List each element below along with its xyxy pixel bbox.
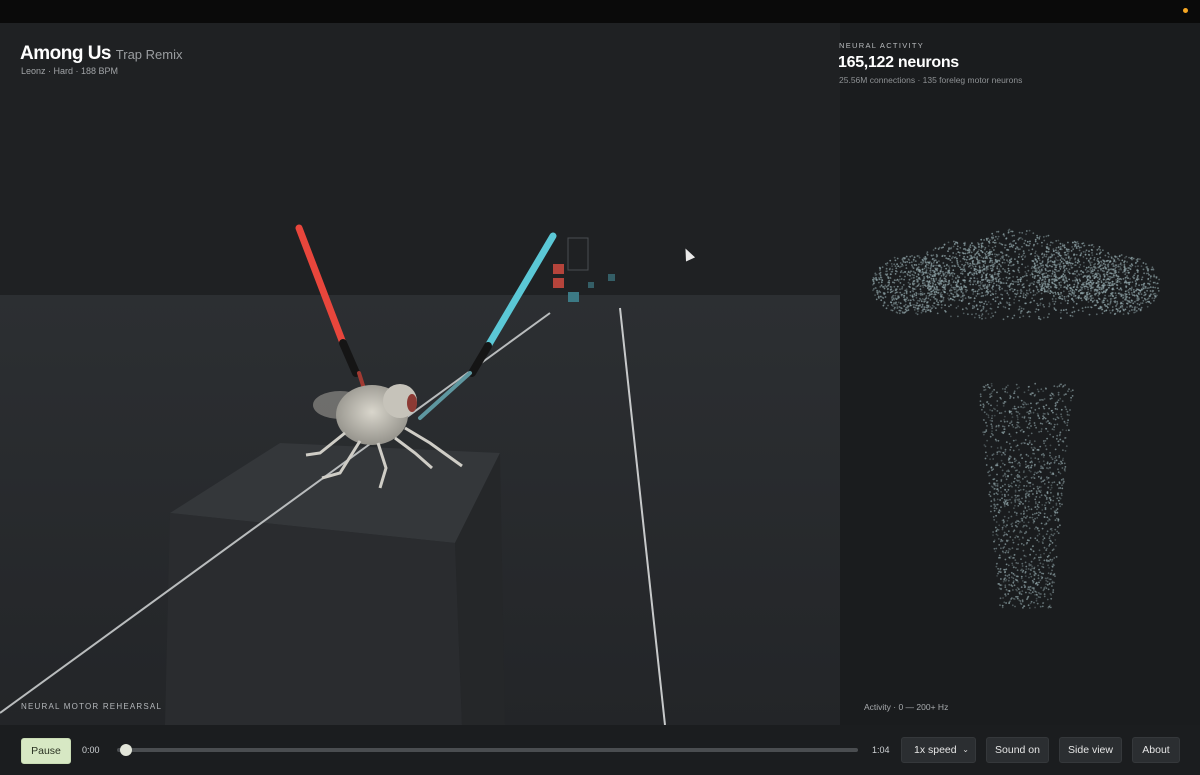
time-current: 0:00 [82,745,100,755]
progress-track[interactable] [117,748,858,752]
side-view-button[interactable]: Side view [1059,737,1122,763]
scene-viewport[interactable] [0,23,840,725]
platform-front [165,513,462,725]
note-block-blue [568,292,579,302]
song-subtitle: Trap Remix [115,47,183,62]
chevron-down-icon: ⌄ [962,745,969,754]
neuron-detail: 25.56M connections · 135 foreleg motor n… [839,75,1023,85]
status-dot-icon [1183,8,1188,13]
scene-label: NEURAL MOTOR REHEARSAL [21,702,163,711]
speed-select-label: 1x speed [914,744,957,756]
sound-toggle-button[interactable]: Sound on [986,737,1049,763]
neural-activity-label: NEURAL ACTIVITY [839,41,925,50]
note-block-red [553,278,564,288]
window-top-bar [0,0,1200,23]
neuron-count: 165,122 neurons [838,54,959,71]
song-title: Among Us Trap Remix [20,43,182,65]
activity-legend: Activity · 0 — 200+ Hz [864,702,949,712]
brain-visualization [871,228,1160,609]
note-block-red [553,264,564,274]
note-block-blue [608,274,615,281]
song-title-text: Among Us [20,43,112,64]
scene-canvas [0,23,840,725]
about-button[interactable]: About [1132,737,1180,763]
speed-select[interactable]: 1x speed ⌄ [901,737,976,763]
note-block-blue [588,282,594,288]
song-meta: Leonz · Hard · 188 BPM [21,66,119,76]
time-total: 1:04 [872,745,890,755]
pause-button[interactable]: Pause [21,738,71,764]
neuron-point-cloud [871,228,1160,609]
